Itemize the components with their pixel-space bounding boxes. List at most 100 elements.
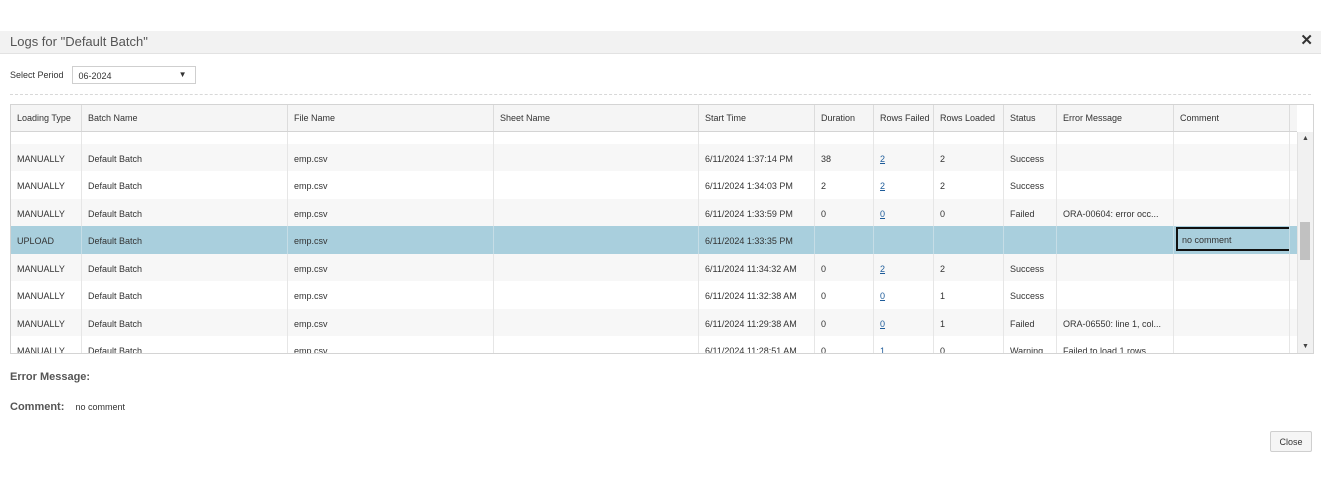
cell-rows-failed bbox=[874, 132, 934, 144]
cell-error-message bbox=[1057, 143, 1174, 171]
period-select[interactable]: 06-2024 ▼ bbox=[71, 66, 196, 84]
column-header[interactable]: Rows Loaded bbox=[934, 105, 1004, 131]
table-row[interactable]: MANUALLY Default Batch emp.csv 6/11/2024 1:… bbox=[11, 198, 1297, 226]
cell-duration: 0 bbox=[815, 308, 874, 336]
cell-file-name: emp.csv bbox=[288, 336, 494, 353]
cell-loading-type: MANUALLY bbox=[11, 253, 82, 281]
dropdown-arrow-icon: ▼ bbox=[178, 70, 187, 79]
cell-sheet-name bbox=[494, 336, 699, 353]
cell-duration: 0 bbox=[815, 336, 874, 353]
table-row[interactable]: MANUALLY Default Batch emp.csv 6/11/2024 11… bbox=[11, 281, 1297, 309]
cell-loading-type: UPLOAD bbox=[11, 226, 82, 254]
cell-comment bbox=[1174, 308, 1290, 336]
cell-file-name: emp.csv bbox=[288, 226, 494, 254]
cell-rows-loaded bbox=[934, 226, 1004, 254]
comment-value: no comment bbox=[75, 402, 125, 412]
cell-loading-type: MANUALLY bbox=[11, 198, 82, 226]
rows-failed-link[interactable]: 2 bbox=[880, 264, 885, 274]
cell-loading-type: MANUALLY bbox=[11, 281, 82, 309]
column-header[interactable]: Rows Failed bbox=[874, 105, 934, 131]
cell-status: Warning bbox=[1004, 336, 1057, 353]
cell-loading-type: MANUALLY bbox=[11, 143, 82, 171]
cell-status bbox=[1004, 132, 1057, 144]
column-header[interactable]: Loading Type bbox=[11, 105, 82, 131]
rows-failed-link[interactable]: 1 bbox=[880, 346, 885, 353]
table-row[interactable]: UPLOAD Default Batch emp.csv 6/11/2024 1:33… bbox=[11, 226, 1297, 254]
cell-comment bbox=[1174, 198, 1290, 226]
cell-duration: 2 bbox=[815, 171, 874, 199]
cell-duration: 0 bbox=[815, 198, 874, 226]
cell-error-message: Failed to load 1 rows bbox=[1057, 336, 1174, 353]
table-row[interactable]: MANUALLY Default Batch emp.csv 6/11/2024 1:… bbox=[11, 171, 1297, 199]
cell-sheet-name bbox=[494, 198, 699, 226]
error-message-detail: Error Message: bbox=[10, 371, 98, 383]
rows-failed-link[interactable]: 0 bbox=[880, 291, 885, 301]
cell-rows-loaded: 2 bbox=[934, 253, 1004, 281]
cell-error-message bbox=[1057, 253, 1174, 281]
vertical-scrollbar[interactable]: ▲ ▼ bbox=[1297, 132, 1313, 353]
column-header[interactable]: Comment bbox=[1174, 105, 1290, 131]
dialog-title: Logs for "Default Batch" bbox=[10, 34, 148, 49]
cell-start-time: 6/11/2024 11:28:51 AM bbox=[699, 336, 815, 353]
cell-loading-type: MANUALLY bbox=[11, 308, 82, 336]
column-header[interactable]: Status bbox=[1004, 105, 1057, 131]
scrollbar-thumb[interactable] bbox=[1300, 222, 1310, 260]
cell-batch-name: Default Batch bbox=[82, 308, 288, 336]
cell-comment bbox=[1174, 253, 1290, 281]
cell-rows-failed: 0 bbox=[874, 198, 934, 226]
cell-start-time: 6/11/2024 11:34:32 AM bbox=[699, 253, 815, 281]
rows-failed-link[interactable]: 0 bbox=[880, 319, 885, 329]
table-row[interactable]: MANUALLY Default Batch emp.csv 6/11/2024 11… bbox=[11, 336, 1297, 353]
cell-sheet-name bbox=[494, 132, 699, 144]
cell-comment bbox=[1174, 143, 1290, 171]
cell-sheet-name bbox=[494, 171, 699, 199]
cell-status: Failed bbox=[1004, 308, 1057, 336]
rows-failed-link[interactable]: 2 bbox=[880, 181, 885, 191]
table-row[interactable] bbox=[11, 132, 1297, 144]
cell-error-message: ORA-00604: error occ... bbox=[1057, 198, 1174, 226]
column-header[interactable]: File Name bbox=[288, 105, 494, 131]
cell-rows-failed: 0 bbox=[874, 281, 934, 309]
rows-failed-link[interactable]: 0 bbox=[880, 209, 885, 219]
logs-grid: Loading Type Batch Name File Name Sheet Nam… bbox=[10, 104, 1314, 354]
table-row[interactable]: MANUALLY Default Batch emp.csv 6/11/2024 11… bbox=[11, 253, 1297, 281]
close-button[interactable]: Close bbox=[1270, 431, 1312, 452]
cell-sheet-name bbox=[494, 281, 699, 309]
cell-start-time: 6/11/2024 1:33:35 PM bbox=[699, 226, 815, 254]
table-row[interactable]: MANUALLY Default Batch emp.csv 6/11/2024 11… bbox=[11, 308, 1297, 336]
cell-sheet-name bbox=[494, 143, 699, 171]
cell-error-message bbox=[1057, 226, 1174, 254]
column-header[interactable]: Sheet Name bbox=[494, 105, 699, 131]
cell-status: Success bbox=[1004, 143, 1057, 171]
cell-rows-loaded: 1 bbox=[934, 308, 1004, 336]
cell-sheet-name bbox=[494, 226, 699, 254]
cell-comment bbox=[1174, 132, 1290, 144]
cell-rows-loaded: 1 bbox=[934, 281, 1004, 309]
cell-status bbox=[1004, 226, 1057, 254]
cell-start-time: 6/11/2024 11:29:38 AM bbox=[699, 308, 815, 336]
scroll-up-icon[interactable]: ▲ bbox=[1302, 135, 1309, 142]
cell-duration bbox=[815, 132, 874, 144]
column-header[interactable]: Duration bbox=[815, 105, 874, 131]
cell-batch-name: Default Batch bbox=[82, 198, 288, 226]
cell-file-name: emp.csv bbox=[288, 308, 494, 336]
cell-sheet-name bbox=[494, 308, 699, 336]
cell-comment: no comment bbox=[1174, 226, 1290, 254]
grid-body: MANUALLY Default Batch emp.csv 6/11/2024 1:… bbox=[11, 132, 1297, 353]
separator bbox=[10, 94, 1311, 95]
cell-error-message bbox=[1057, 171, 1174, 199]
dialog-title-bar: Logs for "Default Batch" ✕ bbox=[0, 31, 1321, 54]
cell-file-name bbox=[288, 132, 494, 144]
close-icon[interactable]: ✕ bbox=[1300, 32, 1313, 50]
table-row[interactable]: MANUALLY Default Batch emp.csv 6/11/2024 1:… bbox=[11, 143, 1297, 171]
scroll-down-icon[interactable]: ▼ bbox=[1302, 343, 1309, 350]
column-header[interactable]: Start Time bbox=[699, 105, 815, 131]
cell-start-time: 6/11/2024 1:37:14 PM bbox=[699, 143, 815, 171]
column-header[interactable]: Batch Name bbox=[82, 105, 288, 131]
cell-rows-loaded: 2 bbox=[934, 143, 1004, 171]
cell-start-time: 6/11/2024 1:34:03 PM bbox=[699, 171, 815, 199]
comment-edit-field[interactable]: no comment bbox=[1176, 227, 1289, 251]
rows-failed-link[interactable]: 2 bbox=[880, 154, 885, 164]
column-header[interactable]: Error Message bbox=[1057, 105, 1174, 131]
cell-error-message: ORA-06550: line 1, col... bbox=[1057, 308, 1174, 336]
